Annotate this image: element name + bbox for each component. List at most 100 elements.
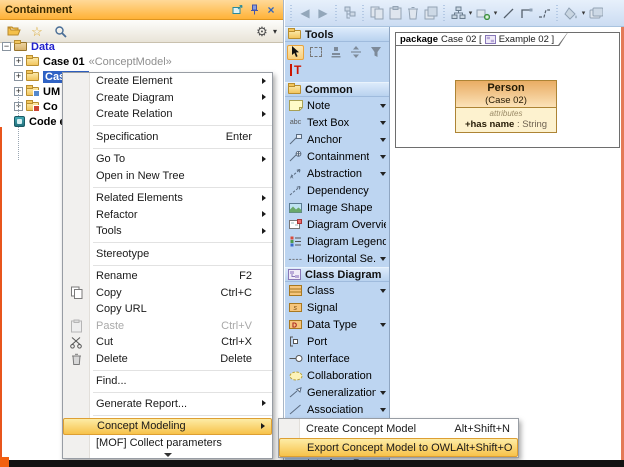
palette-item-dependency[interactable]: Dependency <box>285 182 389 199</box>
palette-item-horizontal-separator[interactable]: ---- Horizontal Se... <box>285 250 389 267</box>
dropdown-arrow-icon[interactable] <box>380 323 386 327</box>
palette-item-signal[interactable]: s Signal <box>285 299 389 316</box>
menu-item-stereotype[interactable]: Stereotype <box>63 246 272 263</box>
menu-item-refactor[interactable]: Refactor <box>63 207 272 224</box>
forward-icon[interactable]: ▶ <box>314 4 332 22</box>
filter-tool[interactable] <box>367 45 384 60</box>
float-icon[interactable] <box>230 3 244 16</box>
pin-icon[interactable] <box>247 3 261 16</box>
collapse-icon[interactable] <box>2 42 11 51</box>
toolbar-handle[interactable] <box>288 5 295 21</box>
frame-tab[interactable]: package Case 02 [ Example 02 ] <box>395 32 568 46</box>
palette-section-common[interactable]: Common <box>285 82 389 97</box>
menu-item-mof-collect-parameters[interactable]: [MOF] Collect parameters <box>63 435 272 452</box>
palette-item-generalization[interactable]: Generalization <box>285 384 389 401</box>
containment-tree-icon[interactable] <box>341 4 359 22</box>
fill-color-icon[interactable] <box>562 4 580 22</box>
stamp-tool[interactable] <box>327 45 344 60</box>
palette-item-abstraction[interactable]: A Abstraction <box>285 165 389 182</box>
dropdown-arrow-icon[interactable] <box>380 289 386 293</box>
palette-section-class-diagram[interactable]: Class Diagram <box>285 267 389 282</box>
class-person[interactable]: Person (Case 02) attributes +has name : … <box>455 80 557 133</box>
marquee-tool[interactable] <box>307 45 324 60</box>
toolbar-handle[interactable] <box>554 5 561 21</box>
dropdown-arrow-icon[interactable] <box>380 408 386 412</box>
menu-item-specification[interactable]: SpecificationEnter <box>63 129 272 146</box>
shape-icon[interactable] <box>587 4 605 22</box>
palette-item-anchor[interactable]: Anchor <box>285 131 389 148</box>
palette-item-data-type[interactable]: D Data Type <box>285 316 389 333</box>
align-tool[interactable] <box>347 45 364 60</box>
selection-cursor-tool[interactable] <box>287 45 304 60</box>
dropdown-arrow-icon[interactable] <box>380 391 386 395</box>
open-folder-icon[interactable] <box>6 23 22 39</box>
favorites-star-icon[interactable]: ☆ <box>29 23 45 39</box>
layers-icon[interactable] <box>422 4 440 22</box>
menu-item-create-diagram[interactable]: Create Diagram <box>63 90 272 107</box>
menu-item-create-concept-model[interactable]: Create Concept Model Alt+Shift+N <box>279 419 518 438</box>
menu-item-rename[interactable]: RenameF2 <box>63 268 272 285</box>
dropdown-caret-icon[interactable]: ▾ <box>580 9 587 17</box>
menu-item-related-elements[interactable]: Related Elements <box>63 190 272 207</box>
menu-item-tools[interactable]: Tools <box>63 223 272 240</box>
dropdown-caret-icon[interactable]: ▾ <box>492 9 499 17</box>
tree-item-data[interactable]: Data <box>0 39 283 54</box>
diagram-canvas[interactable]: package Case 02 [ Example 02 ] Person (C… <box>390 27 624 460</box>
line-tool-icon[interactable] <box>499 4 517 22</box>
dropdown-arrow-icon[interactable] <box>380 104 386 108</box>
palette-section-tools[interactable]: Tools <box>285 27 389 42</box>
dropdown-arrow-icon[interactable] <box>380 155 386 159</box>
menu-item-find[interactable]: Find... <box>63 373 272 390</box>
toolbar-handle[interactable] <box>333 5 340 21</box>
oblique-path-icon[interactable] <box>535 4 553 22</box>
menu-scroll-down-icon[interactable] <box>63 451 272 458</box>
toolbar-handle[interactable] <box>360 5 367 21</box>
tree-item-case-01[interactable]: Case 01 «ConceptModel» <box>0 54 283 69</box>
palette-item-diagram-overview[interactable]: Diagram Overview <box>285 216 389 233</box>
palette-item-diagram-legend[interactable]: Diagram Legend <box>285 233 389 250</box>
menu-item-export-concept-model-to-owl[interactable]: Export Concept Model to OWL Alt+Shift+O <box>279 438 518 457</box>
close-icon[interactable]: × <box>264 3 278 16</box>
dropdown-arrow-icon[interactable] <box>380 121 386 125</box>
palette-item-note[interactable]: Note <box>285 97 389 114</box>
menu-item-cut[interactable]: CutCtrl+X <box>63 334 272 351</box>
menu-item-generate-report[interactable]: Generate Report... <box>63 396 272 413</box>
back-icon[interactable]: ◀ <box>296 4 314 22</box>
palette-item-association[interactable]: Association <box>285 401 389 418</box>
toolbar-handle[interactable] <box>441 5 448 21</box>
settings-gear-icon[interactable]: ⚙ <box>254 23 270 39</box>
menu-item-concept-modeling[interactable]: Concept Modeling <box>63 418 272 435</box>
containment-icon <box>288 151 303 163</box>
search-icon[interactable] <box>52 23 68 39</box>
expand-icon[interactable] <box>14 57 23 66</box>
settings-dropdown-icon[interactable]: ▾ <box>273 27 277 36</box>
menu-item-create-relation[interactable]: Create Relation <box>63 106 272 123</box>
menu-item-paste[interactable]: PasteCtrl+V <box>63 318 272 335</box>
dropdown-caret-icon[interactable]: ▾ <box>467 9 474 17</box>
palette-item-interface[interactable]: Interface <box>285 350 389 367</box>
dropdown-arrow-icon[interactable] <box>380 172 386 176</box>
menu-item-go-to[interactable]: Go To <box>63 151 272 168</box>
dropdown-arrow-icon[interactable] <box>380 257 386 261</box>
tree-layout-icon[interactable] <box>449 4 467 22</box>
paste-icon[interactable] <box>386 4 404 22</box>
palette-item-class[interactable]: Class <box>285 282 389 299</box>
expand-icon[interactable] <box>14 72 23 81</box>
dropdown-arrow-icon[interactable] <box>380 138 386 142</box>
delete-icon[interactable] <box>404 4 422 22</box>
text-tool-icon[interactable]: T <box>290 64 301 76</box>
package-frame[interactable]: package Case 02 [ Example 02 ] Person (C… <box>395 32 620 148</box>
palette-item-image-shape[interactable]: Image Shape <box>285 199 389 216</box>
menu-item-open-in-new-tree[interactable]: Open in New Tree <box>63 168 272 185</box>
menu-item-copy-url[interactable]: Copy URL <box>63 301 272 318</box>
menu-item-copy[interactable]: CopyCtrl+C <box>63 285 272 302</box>
add-node-icon[interactable] <box>474 4 492 22</box>
path-tool-icon[interactable] <box>517 4 535 22</box>
menu-item-delete[interactable]: DeleteDelete <box>63 351 272 368</box>
menu-item-create-element[interactable]: Create Element <box>63 73 272 90</box>
palette-item-collaboration[interactable]: Collaboration <box>285 367 389 384</box>
palette-item-containment[interactable]: Containment <box>285 148 389 165</box>
copy-icon[interactable] <box>368 4 386 22</box>
palette-item-port[interactable]: Port <box>285 333 389 350</box>
palette-item-text-box[interactable]: abc Text Box <box>285 114 389 131</box>
